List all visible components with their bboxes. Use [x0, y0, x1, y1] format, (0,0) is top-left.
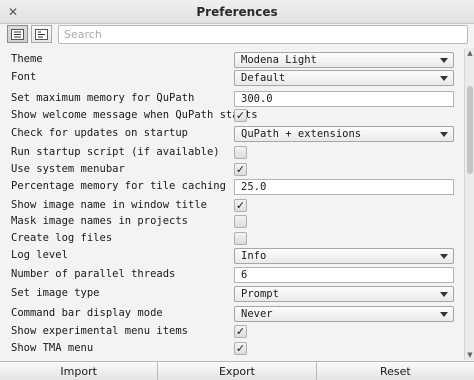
preference-text-field[interactable]: 300.0	[234, 91, 454, 107]
scrollbar-thumb[interactable]	[467, 86, 473, 174]
preference-row: Use system menubar ✓	[0, 161, 464, 178]
list-view-icon	[11, 28, 24, 40]
preference-label: Number of parallel threads	[11, 268, 176, 280]
dropdown-value: QuPath + extensions	[241, 128, 362, 140]
preference-label: Show TMA menu	[11, 342, 94, 354]
chevron-down-icon	[440, 312, 448, 317]
dropdown-value: Modena Light	[241, 54, 317, 66]
import-button[interactable]: Import	[0, 362, 159, 380]
chevron-down-icon	[440, 76, 448, 81]
vertical-scrollbar[interactable]: ▲ ▼	[464, 48, 474, 360]
field-value: 25.0	[241, 181, 267, 193]
preference-checkbox[interactable]: ✓	[234, 163, 247, 176]
preference-row: Mask image names in projects	[0, 213, 464, 230]
preference-row: Font Default	[0, 69, 464, 86]
chevron-down-icon	[440, 292, 448, 297]
preference-row: Command bar display mode Never	[0, 305, 464, 322]
preference-row: Set maximum memory for QuPath 300.0	[0, 90, 464, 107]
preference-dropdown[interactable]: Default	[234, 70, 454, 86]
preference-checkbox[interactable]: ✓	[234, 342, 247, 355]
title-bar: ✕ Preferences	[0, 0, 474, 24]
preference-dropdown[interactable]: QuPath + extensions	[234, 126, 454, 142]
preference-row: Percentage memory for tile caching 25.0	[0, 178, 464, 195]
preference-checkbox[interactable]: ✓	[234, 199, 247, 212]
checkmark-icon: ✓	[235, 199, 246, 212]
preference-row: Theme Modena Light	[0, 51, 464, 68]
reset-button[interactable]: Reset	[316, 362, 474, 380]
preference-row: Show welcome message when QuPath starts ✓	[0, 107, 464, 124]
preference-label: Use system menubar	[11, 163, 125, 175]
preference-label: Set image type	[11, 287, 100, 299]
preference-row: Number of parallel threads 6	[0, 266, 464, 283]
scroll-up-icon[interactable]: ▲	[466, 49, 474, 57]
preference-text-field[interactable]: 6	[234, 267, 454, 283]
preference-row: Log level Info	[0, 247, 464, 264]
preference-dropdown[interactable]: Info	[234, 248, 454, 264]
checkmark-icon: ✓	[235, 325, 246, 338]
preference-dropdown[interactable]: Prompt	[234, 286, 454, 302]
preference-label: Check for updates on startup	[11, 127, 189, 139]
preference-label: Set maximum memory for QuPath	[11, 92, 195, 104]
preference-label: Percentage memory for tile caching	[11, 180, 226, 192]
preference-checkbox[interactable]	[234, 215, 247, 228]
scroll-down-icon[interactable]: ▼	[466, 351, 474, 359]
chevron-down-icon	[440, 132, 448, 137]
preference-row: Check for updates on startup QuPath + ext…	[0, 125, 464, 142]
alphabetical-view-button[interactable]	[31, 25, 52, 43]
footer-buttons: Import Export Reset	[0, 361, 474, 380]
checkmark-icon: ✓	[235, 163, 246, 176]
search-input[interactable]	[58, 25, 468, 44]
preference-dropdown[interactable]: Modena Light	[234, 52, 454, 68]
preference-row: Show experimental menu items ✓	[0, 323, 464, 340]
preference-label: Font	[11, 71, 37, 83]
checkmark-icon: ✓	[235, 342, 246, 355]
preference-label: Run startup script (if available)	[11, 146, 220, 158]
dropdown-value: Never	[241, 308, 273, 320]
preference-checkbox[interactable]: ✓	[234, 325, 247, 338]
preference-label: Show image name in window title	[11, 199, 207, 211]
preference-label: Command bar display mode	[11, 307, 163, 319]
preference-checkbox[interactable]	[234, 146, 247, 159]
preference-checkbox[interactable]	[234, 232, 247, 245]
sort-view-icon	[35, 28, 48, 40]
preference-row: Set image type Prompt	[0, 285, 464, 302]
checkmark-icon: ✓	[235, 109, 246, 122]
chevron-down-icon	[440, 254, 448, 259]
export-button[interactable]: Export	[158, 362, 317, 380]
toolbar	[0, 24, 474, 46]
preference-checkbox[interactable]: ✓	[234, 109, 247, 122]
preference-label: Theme	[11, 53, 43, 65]
dropdown-value: Prompt	[241, 288, 279, 300]
preference-label: Create log files	[11, 232, 113, 244]
preference-row: Show image name in window title ✓	[0, 197, 464, 214]
preference-label: Mask image names in projects	[11, 215, 189, 227]
preference-row: Create log files	[0, 230, 464, 247]
field-value: 300.0	[241, 93, 273, 105]
preference-row: Run startup script (if available)	[0, 144, 464, 161]
dropdown-value: Default	[241, 72, 286, 84]
categorized-view-button[interactable]	[7, 25, 28, 43]
dropdown-value: Info	[241, 250, 267, 262]
window-title: Preferences	[196, 5, 278, 19]
preference-dropdown[interactable]: Never	[234, 306, 454, 322]
preference-label: Log level	[11, 249, 68, 261]
preference-label: Show experimental menu items	[11, 325, 189, 337]
preference-label: Show welcome message when QuPath starts	[11, 109, 258, 121]
preference-text-field[interactable]: 25.0	[234, 179, 454, 195]
field-value: 6	[241, 269, 248, 281]
chevron-down-icon	[440, 58, 448, 63]
preference-row: Show TMA menu ✓	[0, 340, 464, 357]
preferences-list: Theme Modena Light Font Default Set maximum …	[0, 48, 464, 360]
